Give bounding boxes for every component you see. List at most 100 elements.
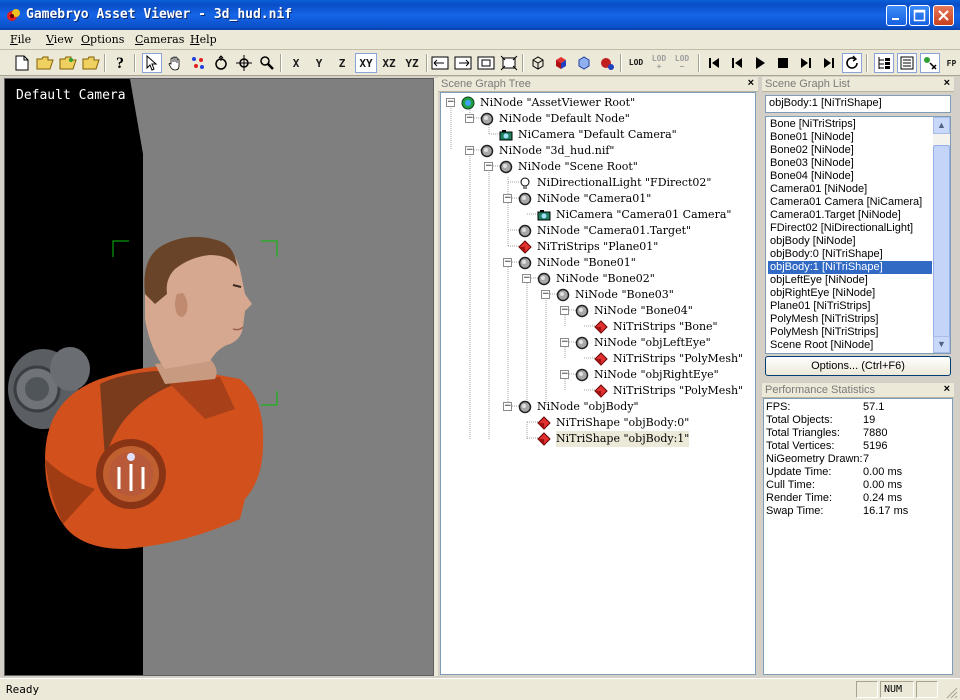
list-item[interactable]: Bone04 [NiNode] <box>768 170 856 183</box>
tree-node-row[interactable]: − NiNode "Bone03" <box>441 287 755 303</box>
fit-view-button[interactable] <box>476 53 496 73</box>
collapse-node-button[interactable]: − <box>560 370 569 379</box>
list-item[interactable]: FDirect02 [NiDirectionalLight] <box>768 222 915 235</box>
plane-xy-button[interactable]: XY <box>355 53 377 73</box>
list-item[interactable]: Plane01 [NiTriStrips] <box>768 300 872 313</box>
wireframe-button[interactable] <box>528 53 548 73</box>
overflow-button[interactable]: FP <box>943 53 960 73</box>
tree-node-row[interactable]: NiTriShape "objBody:1" <box>441 431 755 447</box>
options-button[interactable]: Options... (Ctrl+F6) <box>765 356 951 376</box>
scene-graph-tree[interactable]: − NiNode "AssetViewer Root" − NiNode "Defau… <box>440 92 756 675</box>
scene-graph-list[interactable]: Scene Root [NiNode] PolyMesh [NiTriStrips… <box>765 116 951 354</box>
tree-node-row[interactable]: − NiNode "Default Node" <box>441 111 755 127</box>
tree-node-row[interactable]: − NiNode "AssetViewer Root" <box>441 95 755 111</box>
close-button[interactable] <box>933 5 954 26</box>
solid-shading-button[interactable] <box>551 53 571 73</box>
tree-node-row[interactable]: NiTriShape "objBody:0" <box>441 415 755 431</box>
scene-graph-list-close-button[interactable]: × <box>944 77 950 89</box>
list-item[interactable]: objRightEye [NiNode] <box>768 287 877 300</box>
axis-z-button[interactable]: Z <box>332 53 352 73</box>
tree-node-row[interactable]: − NiNode "objRightEye" <box>441 367 755 383</box>
collapse-node-button[interactable]: − <box>465 114 474 123</box>
collapse-node-button[interactable]: − <box>503 194 512 203</box>
menu-file[interactable]: File <box>10 33 31 46</box>
menu-options[interactable]: Options <box>81 33 124 46</box>
scene-graph-list-selection-field[interactable]: objBody:1 [NiTriShape] <box>765 95 951 113</box>
list-item[interactable]: objLeftEye [NiNode] <box>768 274 870 287</box>
menu-help[interactable]: Help <box>190 33 217 46</box>
performance-statistics-close-button[interactable]: × <box>944 383 950 395</box>
tree-node-row[interactable]: − NiNode "Bone04" <box>441 303 755 319</box>
3d-viewport[interactable]: Default Camera <box>4 78 434 676</box>
tree-node-row[interactable]: NiNode "Camera01.Target" <box>441 223 755 239</box>
tree-node-row[interactable]: NiTriStrips "PolyMesh" <box>441 383 755 399</box>
texture-shading-button[interactable] <box>574 53 594 73</box>
list-item[interactable]: objBody:0 [NiTriShape] <box>768 248 885 261</box>
resize-grip-icon[interactable] <box>944 685 958 699</box>
collapse-node-button[interactable]: − <box>541 290 550 299</box>
select-tool-button[interactable] <box>142 53 162 73</box>
scroll-down-button[interactable]: ▼ <box>933 336 950 353</box>
new-file-button[interactable] <box>12 53 32 73</box>
list-item[interactable]: Camera01.Target [NiNode] <box>768 209 903 222</box>
zoom-tool-button[interactable] <box>257 53 277 73</box>
list-item[interactable]: Bone01 [NiNode] <box>768 131 856 144</box>
vertical-splitter[interactable] <box>434 78 438 676</box>
menu-view[interactable]: View <box>46 33 73 46</box>
tree-view-toggle-button[interactable] <box>874 53 894 73</box>
plane-xz-button[interactable]: XZ <box>378 53 400 73</box>
orbit-tool-button[interactable] <box>211 53 231 73</box>
list-item[interactable]: Camera01 Camera [NiCamera] <box>768 196 924 209</box>
tree-node-row[interactable]: − NiNode "3d_hud.nif" <box>441 143 755 159</box>
tree-node-row[interactable]: − NiNode "Camera01" <box>441 191 755 207</box>
tree-node-row[interactable]: − NiNode "Bone01" <box>441 255 755 271</box>
collapse-node-button[interactable]: − <box>560 306 569 315</box>
align-left-button[interactable] <box>430 53 450 73</box>
plane-yz-button[interactable]: YZ <box>401 53 423 73</box>
tree-node-row[interactable]: NiTriStrips "Plane01" <box>441 239 755 255</box>
scene-graph-tree-close-button[interactable]: × <box>748 77 754 89</box>
collapse-node-button[interactable]: − <box>560 338 569 347</box>
stop-button[interactable] <box>773 53 793 73</box>
collapse-node-button[interactable]: − <box>503 258 512 267</box>
collapse-node-button[interactable]: − <box>465 146 474 155</box>
last-frame-button[interactable] <box>819 53 839 73</box>
scene-tools-toggle-button[interactable] <box>920 53 940 73</box>
tree-node-row[interactable]: − NiNode "objLeftEye" <box>441 335 755 351</box>
tree-node-row[interactable]: NiDirectionalLight "FDirect02" <box>441 175 755 191</box>
particles-tool-button[interactable] <box>188 53 208 73</box>
tree-node-row[interactable]: NiCamera "Default Camera" <box>441 127 755 143</box>
minimize-button[interactable] <box>886 5 907 26</box>
collapse-node-button[interactable]: − <box>503 402 512 411</box>
loop-button[interactable] <box>842 53 862 73</box>
list-item[interactable]: objBody:1 [NiTriShape] <box>768 261 932 274</box>
play-button[interactable] <box>750 53 770 73</box>
align-right-button[interactable] <box>453 53 473 73</box>
lod-increase-button[interactable]: LOD + <box>649 53 669 73</box>
tree-node-row[interactable]: − NiNode "Bone02" <box>441 271 755 287</box>
list-item[interactable]: PolyMesh [NiTriStrips] <box>768 326 880 339</box>
lod-button[interactable]: LOD <box>626 53 646 73</box>
title-bar[interactable]: Gamebryo Asset Viewer - 3d_hud.nif <box>0 0 960 30</box>
zoom-extents-button[interactable] <box>499 53 519 73</box>
axis-x-button[interactable]: X <box>286 53 306 73</box>
menu-cameras[interactable]: Cameras <box>135 33 184 46</box>
list-item[interactable]: PolyMesh [NiTriStrips] <box>768 313 880 326</box>
axis-y-button[interactable]: Y <box>309 53 329 73</box>
tree-node-row[interactable]: NiCamera "Camera01 Camera" <box>441 207 755 223</box>
scroll-up-button[interactable]: ▲ <box>933 117 950 134</box>
collapse-node-button[interactable]: − <box>484 162 493 171</box>
list-item[interactable]: objBody [NiNode] <box>768 235 858 248</box>
list-item[interactable]: Bone [NiTriStrips] <box>768 118 858 131</box>
move-tool-button[interactable] <box>234 53 254 73</box>
next-frame-button[interactable] <box>796 53 816 73</box>
open-file-button[interactable] <box>35 53 55 73</box>
open-palette-button[interactable] <box>58 53 78 73</box>
tree-node-row[interactable]: NiTriStrips "Bone" <box>441 319 755 335</box>
material-button[interactable] <box>597 53 617 73</box>
list-item[interactable]: Camera01 [NiNode] <box>768 183 869 196</box>
pan-tool-button[interactable] <box>165 53 185 73</box>
tree-node-row[interactable]: − NiNode "Scene Root" <box>441 159 755 175</box>
list-view-toggle-button[interactable] <box>897 53 917 73</box>
list-item[interactable]: Bone02 [NiNode] <box>768 144 856 157</box>
